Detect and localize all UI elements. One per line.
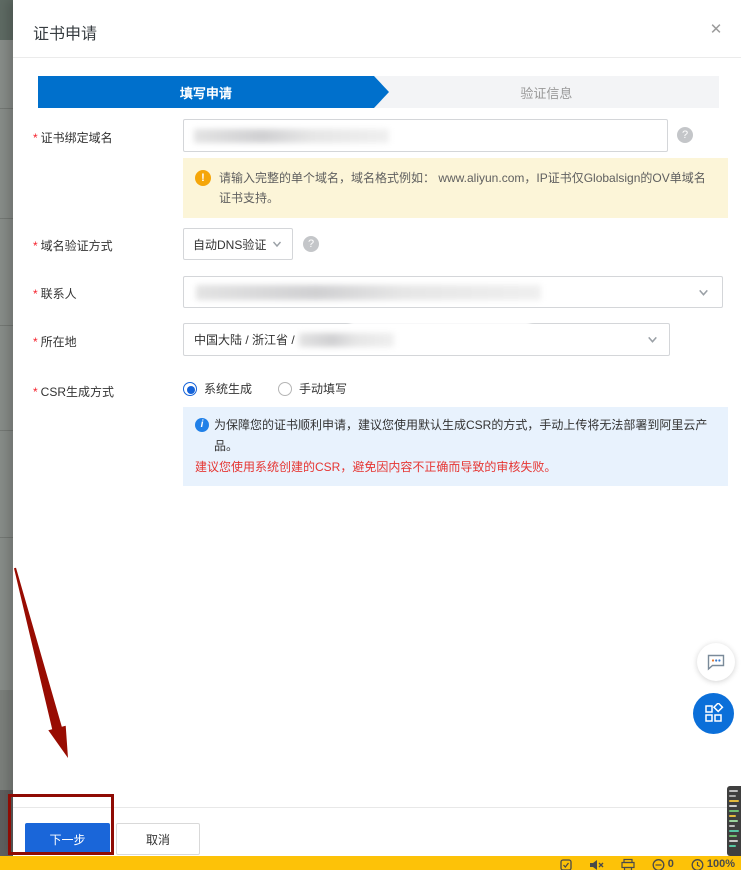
cancel-button[interactable]: 取消 (116, 823, 200, 855)
feedback-button[interactable] (697, 643, 735, 681)
taskbar: 0 100% (0, 856, 741, 870)
taskbar-badge[interactable]: 0 (652, 858, 674, 870)
info-icon: i (195, 418, 209, 432)
badge-count: 0 (668, 858, 674, 870)
csr-info-box: i 为保障您的证书顺利申请，建议您使用默认生成CSR的方式，手动上传将无法部署到… (183, 407, 728, 486)
location-value: 中国大陆 / 浙江省 / (194, 331, 295, 348)
minimap-line (729, 830, 739, 832)
dns-method-select[interactable]: 自动DNS验证 (183, 228, 293, 260)
background-divider (0, 218, 13, 219)
speaker-muted-icon (589, 858, 604, 870)
radio-label: 系统生成 (204, 380, 252, 397)
minimap-line (729, 815, 736, 817)
domain-input[interactable] (183, 119, 668, 152)
required-mark: * (33, 335, 38, 349)
redaction-smudge (350, 316, 530, 328)
badge-circle-icon (652, 858, 665, 870)
close-icon[interactable]: ✕ (707, 20, 725, 38)
contact-select[interactable] (183, 276, 723, 308)
step-label: 验证信息 (520, 83, 572, 102)
background-page-strip (0, 0, 13, 870)
minimap-line (729, 795, 736, 797)
taskbar-check-button[interactable] (560, 858, 572, 870)
minimap-line (729, 825, 735, 827)
background-segment (0, 40, 13, 690)
taskbar-mute-button[interactable] (589, 858, 604, 870)
warning-icon: ! (195, 170, 211, 186)
certificate-application-modal: 证书申请 ✕ 填写申请 验证信息 *证书绑定域名 ? ! 请输入完整的单个域名，… (13, 0, 741, 856)
domain-warning-box: ! 请输入完整的单个域名，域名格式例如： www.aliyun.com，IP证书… (183, 158, 728, 218)
minimap-line (729, 845, 736, 847)
radio-selected-icon (183, 382, 197, 396)
minimap-line (729, 800, 739, 802)
required-mark: * (33, 131, 38, 145)
csr-info-line2: 建议您使用系统创建的CSR，避免因内容不正确而导致的审核失败。 (195, 457, 716, 478)
redacted-domain-value (194, 129, 389, 143)
background-divider (0, 430, 13, 431)
background-divider (0, 325, 13, 326)
dns-field-label: *域名验证方式 (33, 237, 113, 254)
minimap-line (729, 840, 738, 842)
redacted-location-suffix (299, 333, 394, 347)
domain-field-label: *证书绑定域名 (33, 129, 113, 146)
csr-info-line1: i 为保障您的证书顺利申请，建议您使用默认生成CSR的方式，手动上传将无法部署到… (195, 415, 716, 457)
domain-warning-text: 请输入完整的单个域名，域名格式例如： www.aliyun.com，IP证书仅G… (219, 171, 706, 205)
minimap-line (729, 810, 739, 812)
location-field-label: *所在地 (33, 333, 77, 350)
check-icon (560, 858, 572, 870)
chevron-down-icon (271, 238, 283, 250)
zoom-level: 100% (707, 858, 735, 870)
annotation-rectangle (8, 794, 114, 855)
minimap-line (729, 805, 737, 807)
radio-unselected-icon (278, 382, 292, 396)
minimap-line (729, 820, 738, 822)
csr-radio-system[interactable]: 系统生成 (183, 380, 252, 397)
minimap-line (729, 790, 738, 792)
background-segment (0, 690, 13, 790)
step-fill-application[interactable]: 填写申请 (38, 76, 374, 108)
redacted-contact-value (196, 285, 541, 300)
minimap-line (729, 835, 737, 837)
domain-help-icon[interactable]: ? (677, 127, 693, 143)
taskbar-zoom[interactable]: 100% (691, 858, 735, 870)
screen: 证书申请 ✕ 填写申请 验证信息 *证书绑定域名 ? ! 请输入完整的单个域名，… (0, 0, 741, 870)
csr-radio-manual[interactable]: 手动填写 (278, 380, 347, 397)
contact-field-label: *联系人 (33, 285, 77, 302)
header-divider (13, 57, 741, 58)
taskbar-print-button[interactable] (621, 858, 635, 870)
chat-icon (706, 653, 726, 671)
app-grid-icon (703, 703, 724, 724)
clock-icon (691, 858, 704, 870)
footer-divider (13, 807, 741, 808)
radio-label: 手动填写 (299, 380, 347, 397)
required-mark: * (33, 385, 38, 399)
csr-field-label: *CSR生成方式 (33, 383, 114, 400)
wizard-stepper: 填写申请 验证信息 (38, 76, 719, 108)
page-title: 证书申请 (33, 20, 97, 44)
minimap-sliver (727, 786, 741, 856)
dns-method-value: 自动DNS验证 (193, 236, 266, 253)
csr-radio-group: 系统生成 手动填写 (183, 380, 347, 397)
background-divider (0, 108, 13, 109)
background-divider (0, 537, 13, 538)
dns-help-icon[interactable]: ? (303, 236, 319, 252)
step-label: 填写申请 (180, 83, 232, 102)
printer-icon (621, 858, 635, 870)
required-mark: * (33, 239, 38, 253)
required-mark: * (33, 287, 38, 301)
chevron-down-icon (697, 286, 710, 299)
apps-button[interactable] (693, 693, 734, 734)
chevron-down-icon (646, 333, 659, 346)
background-segment (0, 0, 13, 40)
step-verify-info[interactable]: 验证信息 (374, 76, 719, 108)
